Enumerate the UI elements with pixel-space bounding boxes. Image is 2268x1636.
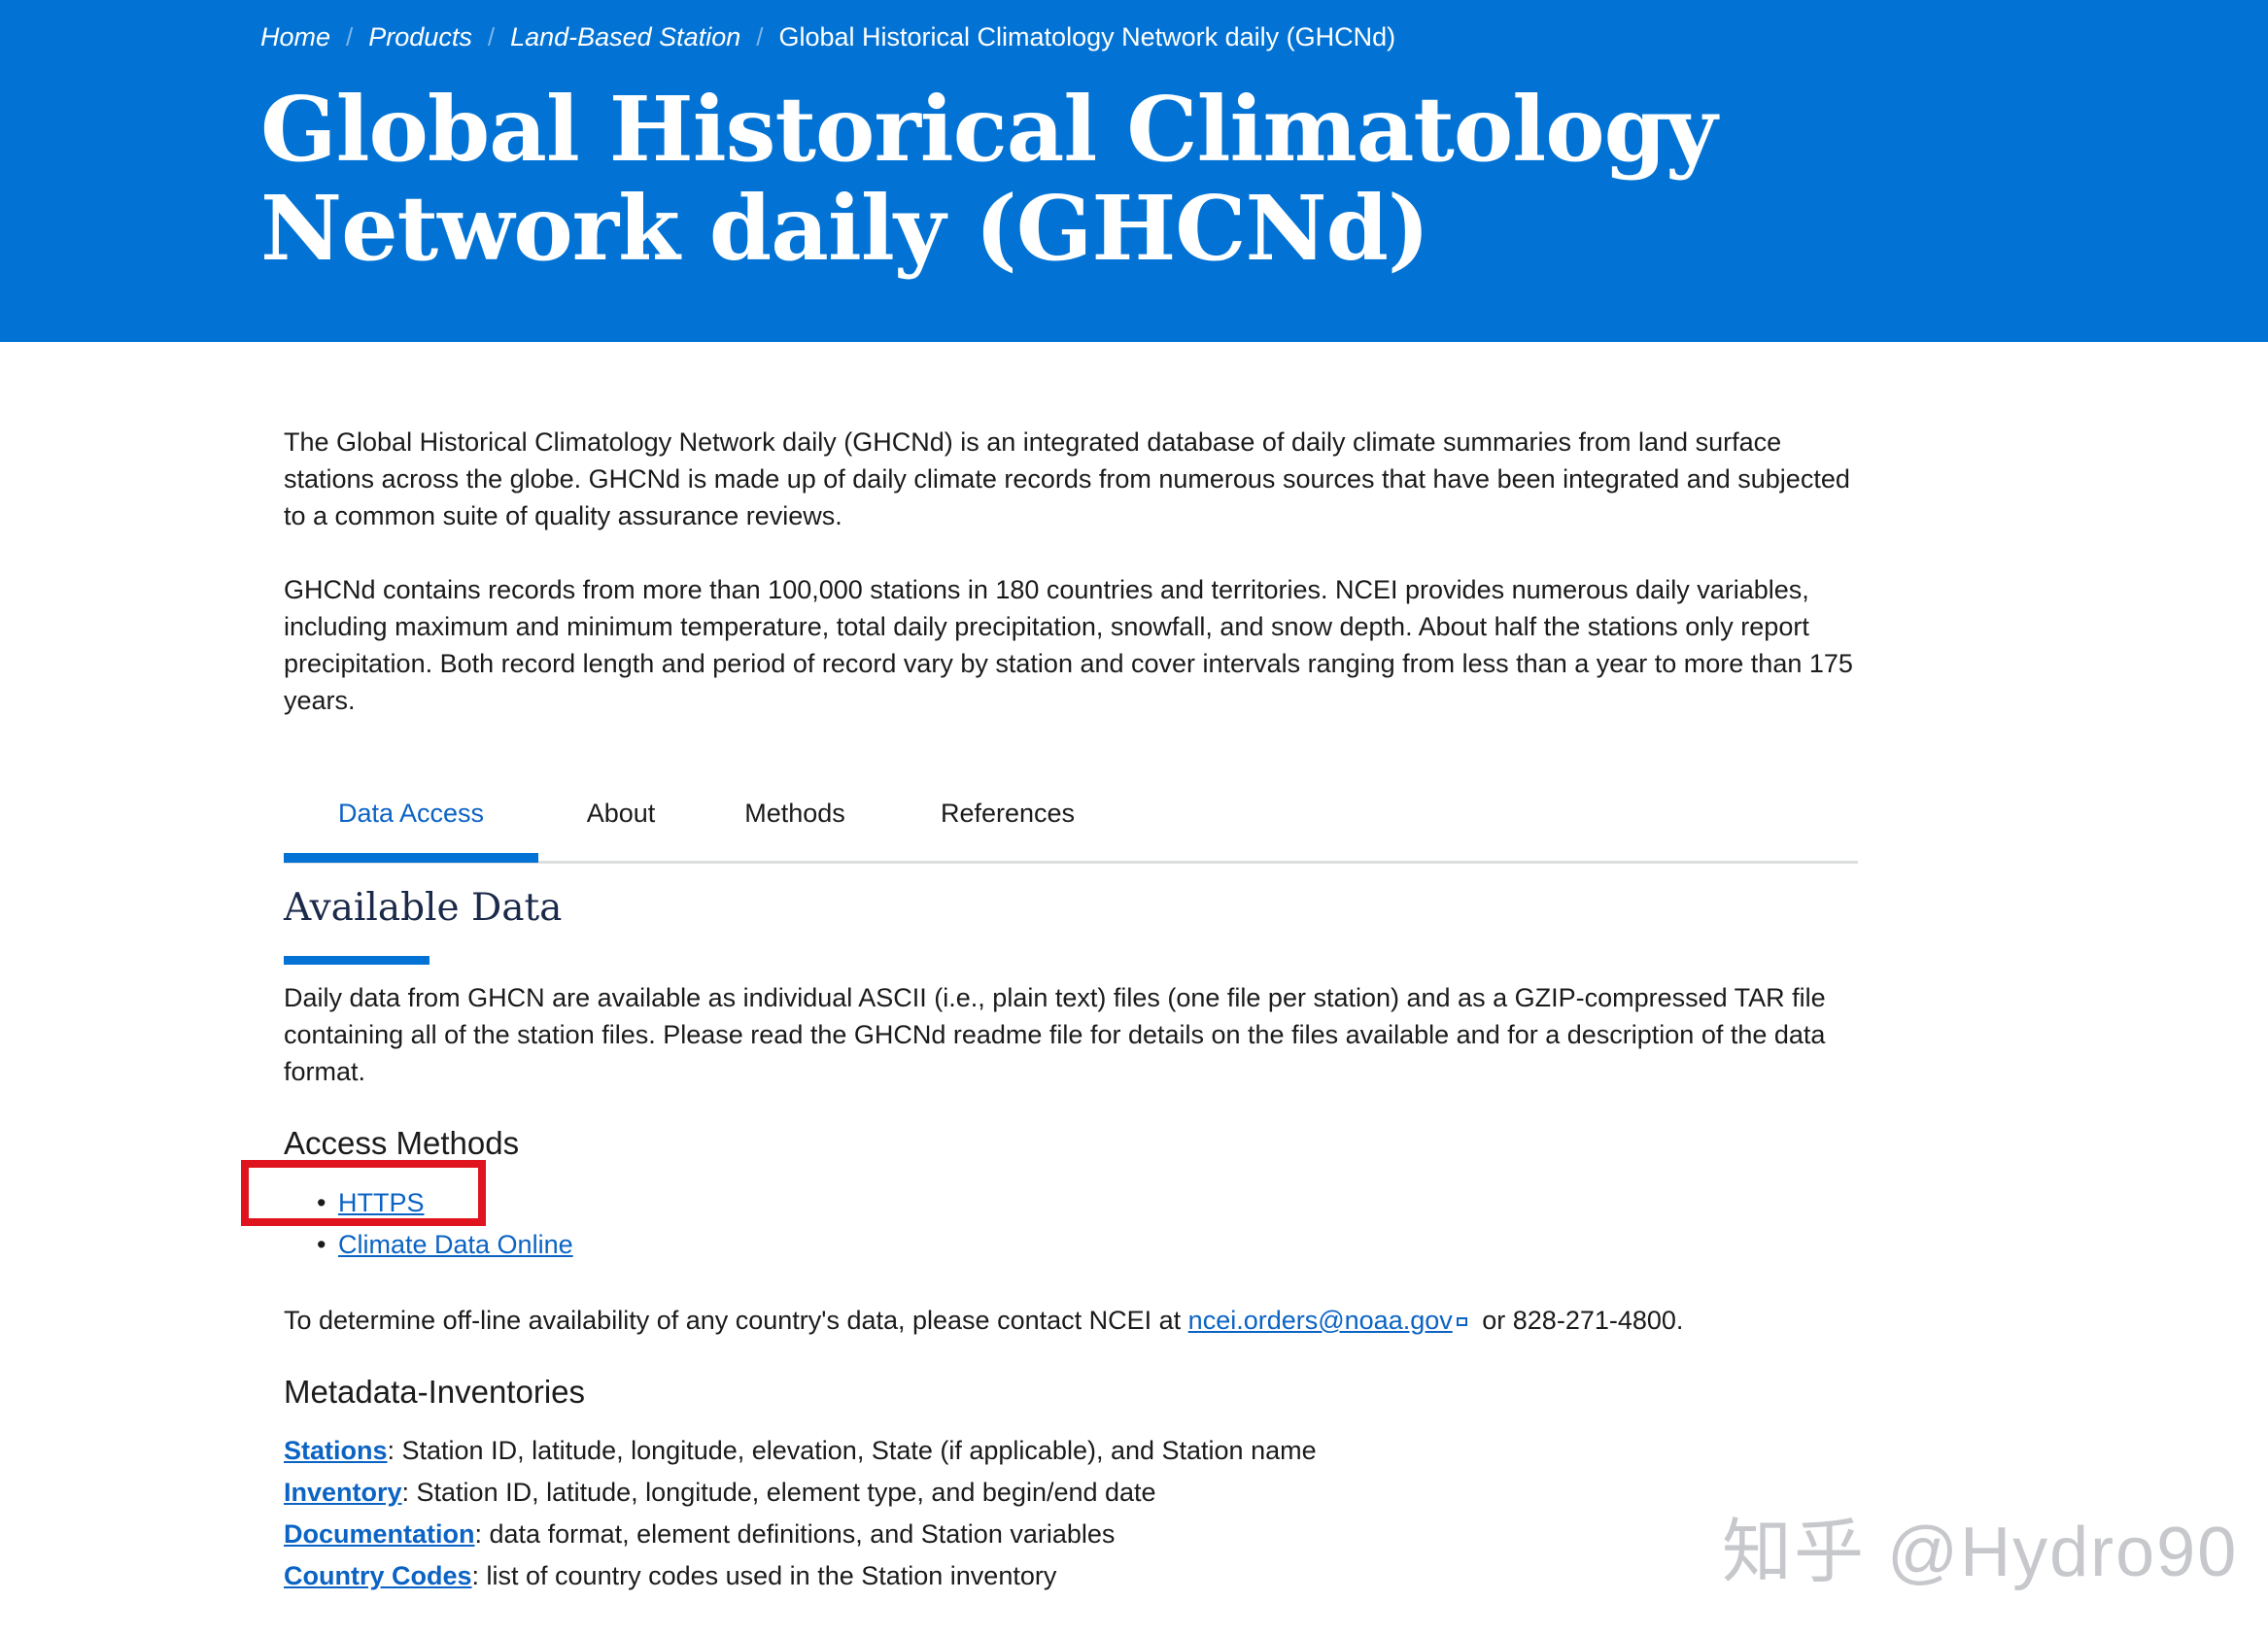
tab-methods[interactable]: Methods xyxy=(704,789,886,857)
contact-suffix: or 828-271-4800. xyxy=(1482,1306,1684,1335)
list-item: Climate Data Online xyxy=(317,1225,573,1267)
contact-prefix: To determine off-line availability of an… xyxy=(284,1306,1182,1335)
stations-link[interactable]: Stations xyxy=(284,1436,388,1465)
heading-underline xyxy=(284,956,430,965)
intro-paragraph-2: GHCNd contains records from more than 10… xyxy=(284,575,1853,715)
list-item: Country Codes: list of country codes use… xyxy=(284,1555,1317,1597)
available-data-description: Daily data from GHCN are available as in… xyxy=(284,983,1826,1086)
documentation-description: : data format, element definitions, and … xyxy=(474,1519,1116,1549)
tab-about[interactable]: About xyxy=(538,789,704,857)
inventory-link[interactable]: Inventory xyxy=(284,1478,402,1507)
zhihu-watermark: 知乎 @Hydro90 xyxy=(1722,1514,2239,1591)
stations-description: : Station ID, latitude, longitude, eleva… xyxy=(387,1436,1317,1465)
red-highlight-box xyxy=(241,1160,486,1226)
inventory-description: : Station ID, latitude, longitude, eleme… xyxy=(401,1478,1156,1507)
metadata-list: Stations: Station ID, latitude, longitud… xyxy=(284,1430,1317,1597)
breadcrumb-products[interactable]: Products xyxy=(368,22,472,52)
tab-data-access[interactable]: Data Access xyxy=(284,789,538,863)
breadcrumb-home[interactable]: Home xyxy=(260,22,330,52)
breadcrumb-separator: / xyxy=(487,21,496,51)
page-title: Global Historical Climatology Network da… xyxy=(260,77,1717,281)
content-tabs: Data Access About Methods References xyxy=(284,789,1858,864)
available-data-heading: Available Data xyxy=(284,886,563,930)
ncei-email-link[interactable]: ncei.orders@noaa.gov xyxy=(1188,1306,1453,1335)
country-codes-link[interactable]: Country Codes xyxy=(284,1561,472,1590)
country-codes-description: : list of country codes used in the Stat… xyxy=(471,1561,1057,1590)
intro-paragraph-1: The Global Historical Climatology Networ… xyxy=(284,427,1850,530)
metadata-inventories-heading: Metadata-Inventories xyxy=(284,1374,586,1410)
breadcrumb-separator: / xyxy=(346,21,354,51)
breadcrumb: Home / Products / Land-Based Station / G… xyxy=(260,17,1395,56)
contact-line: To determine off-line availability of an… xyxy=(284,1302,1683,1339)
list-item: Stations: Station ID, latitude, longitud… xyxy=(284,1430,1317,1472)
page-header: Home / Products / Land-Based Station / G… xyxy=(0,0,2268,342)
tab-references[interactable]: References xyxy=(886,789,1129,857)
list-item: Documentation: data format, element defi… xyxy=(284,1514,1317,1555)
climate-data-online-link[interactable]: Climate Data Online xyxy=(338,1230,573,1259)
list-item: Inventory: Station ID, latitude, longitu… xyxy=(284,1472,1317,1514)
breadcrumb-separator: / xyxy=(756,21,764,51)
external-link-icon xyxy=(1456,1317,1467,1327)
breadcrumb-land-based-station[interactable]: Land-Based Station xyxy=(510,22,740,52)
access-methods-heading: Access Methods xyxy=(284,1125,520,1161)
documentation-link[interactable]: Documentation xyxy=(284,1519,475,1549)
breadcrumb-current: Global Historical Climatology Network da… xyxy=(778,21,1396,51)
